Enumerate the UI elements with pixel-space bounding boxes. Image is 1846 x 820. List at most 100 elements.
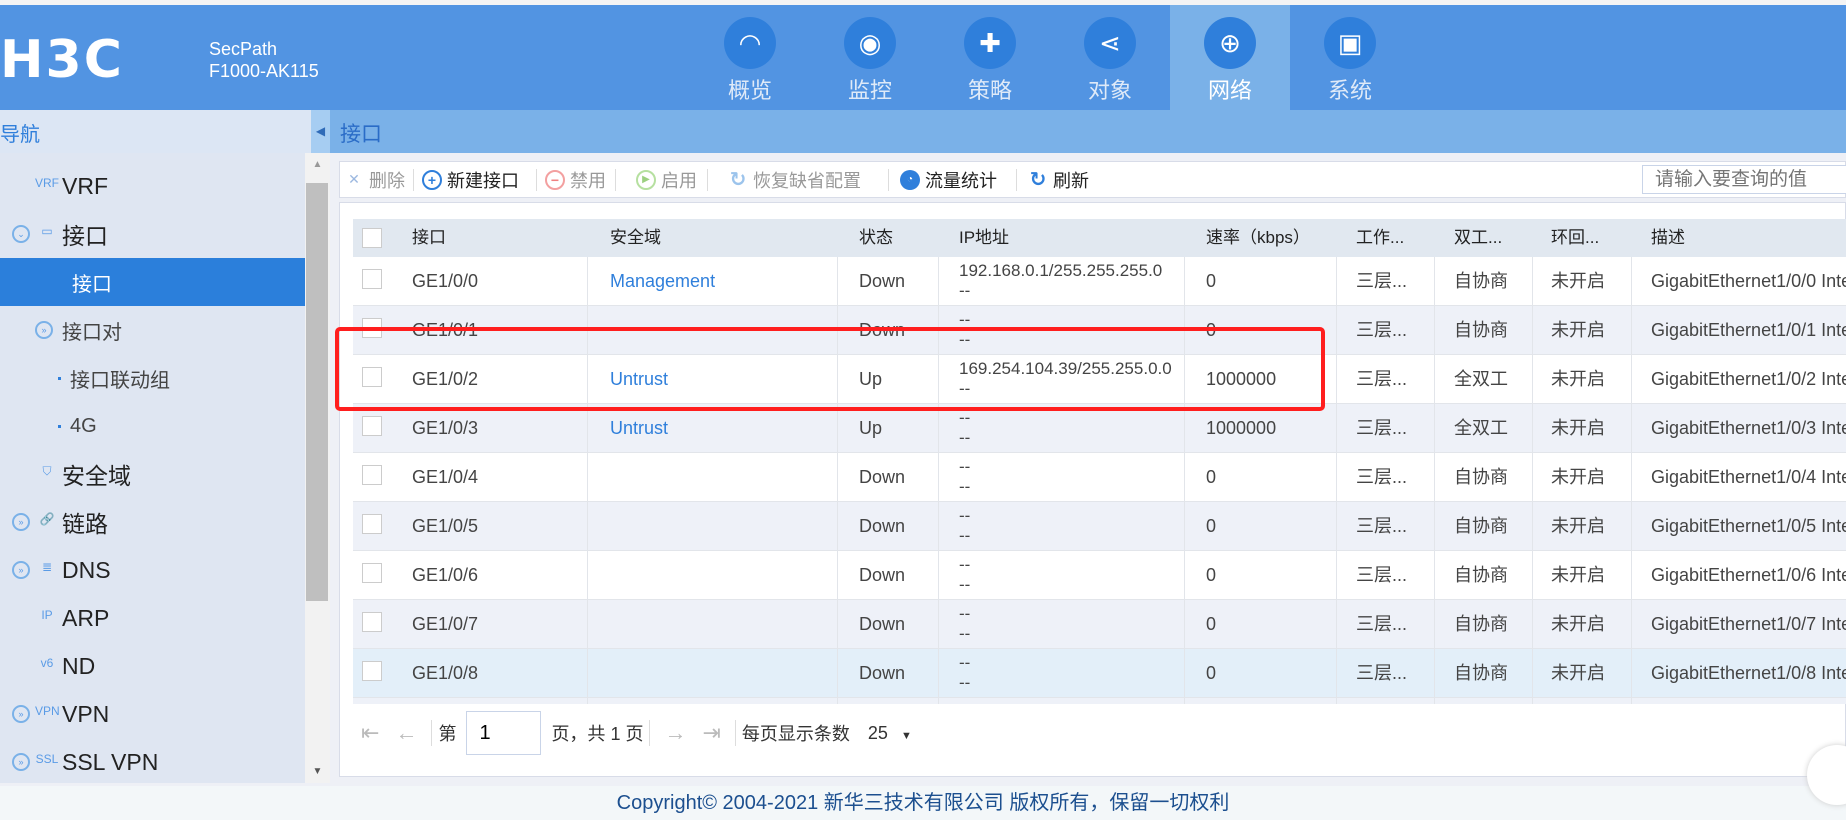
table-row[interactable]: GE1/0/6 Down 0 三层... 自协商 未开启 GigabitEthernet1/… (353, 551, 1846, 600)
sidebar-item[interactable]: » 接口对 (0, 306, 305, 354)
first-page-icon[interactable]: ⇤ (361, 720, 379, 746)
divider (1016, 169, 1017, 191)
port-icon: ▭ (41, 224, 53, 238)
nav-tab-3[interactable]: ⋖ 对象 (1050, 5, 1170, 110)
expand-icon[interactable]: » (12, 561, 30, 579)
sidebar-item[interactable]: » SSL SSL VPN (0, 738, 305, 786)
column-header[interactable]: 工作... (1356, 219, 1404, 257)
select-all-checkbox[interactable] (362, 228, 382, 248)
column-divider (587, 698, 588, 704)
ip-address-cell: -- -- (959, 600, 1182, 649)
speed-cell (1206, 698, 1332, 704)
column-divider (587, 649, 588, 698)
security-zone-cell[interactable] (610, 551, 833, 600)
row-checkbox[interactable] (362, 612, 382, 632)
security-zone-cell[interactable] (610, 600, 833, 649)
table-row[interactable]: GE1/0/7 Down 0 三层... 自协商 未开启 GigabitEthernet1/… (353, 600, 1846, 649)
sidebar-item[interactable]: » 🔗 链路 (0, 498, 305, 546)
column-divider (587, 257, 588, 306)
expand-icon[interactable]: » (35, 321, 53, 339)
enable-button[interactable]: ▶ 启用 (636, 162, 697, 197)
column-divider (1532, 306, 1533, 355)
row-checkbox[interactable] (362, 563, 382, 583)
ipv4-value: -- (959, 555, 971, 574)
traffic-stats-button[interactable]: ◔ 流量统计 (900, 162, 997, 197)
column-header[interactable]: 安全域 (610, 219, 661, 257)
new-interface-button[interactable]: + 新建接口 (422, 162, 519, 197)
sidebar-item[interactable]: » VPN VPN (0, 690, 305, 738)
duplex-cell: 自协商 (1454, 271, 1508, 291)
last-page-icon[interactable]: ⇥ (702, 720, 720, 746)
sidebar-item[interactable]: ⌄ ▭ 接口 (0, 210, 305, 258)
ipv4-value: -- (959, 604, 971, 623)
sidebar-item[interactable]: 接口联动组 (0, 354, 305, 402)
row-checkbox[interactable] (362, 269, 382, 289)
table-row[interactable]: GE1/0/0 Management Down 0 三层... 自协商 未开启 Gigabit… (353, 257, 1846, 306)
bullet-icon (58, 424, 61, 428)
next-page-icon[interactable]: → (664, 720, 686, 746)
nav-tab-1[interactable]: ◉ 监控 (810, 5, 930, 110)
column-header[interactable]: 速率（kbps） (1206, 219, 1310, 257)
column-header[interactable]: 状态 (859, 219, 893, 257)
sidebar-item[interactable]: IP ARP (0, 594, 305, 642)
row-checkbox[interactable] (362, 465, 382, 485)
column-header[interactable]: 双工... (1454, 219, 1502, 257)
delete-button[interactable]: ✕ 删除 (344, 162, 405, 197)
security-zone-cell[interactable]: Management (610, 257, 833, 306)
ipv4-value: -- (959, 653, 971, 672)
page-number-input[interactable] (466, 711, 542, 755)
work-mode-cell: 三层... (1356, 320, 1408, 340)
expand-icon[interactable]: ⌄ (12, 225, 30, 243)
row-checkbox[interactable] (362, 416, 382, 436)
security-zone-cell[interactable] (610, 502, 833, 551)
column-header[interactable]: 环回... (1551, 219, 1599, 257)
prev-page-icon[interactable]: ← (395, 720, 417, 746)
security-zone-cell[interactable] (610, 698, 833, 704)
ipv6-value: -- (959, 575, 971, 594)
sidebar-item[interactable]: VRF VRF (0, 162, 305, 210)
scrollbar-thumb[interactable] (306, 183, 328, 601)
expand-icon[interactable]: » (12, 753, 30, 771)
row-checkbox[interactable] (362, 514, 382, 534)
scroll-down-icon[interactable]: ▼ (305, 766, 330, 777)
scroll-up-icon[interactable]: ▲ (305, 159, 330, 170)
nav-tab-5[interactable]: ▣ 系统 (1290, 5, 1410, 110)
description-cell: GigabitEthernet1/0/5 Interface (1651, 516, 1846, 536)
delete-label: 删除 (369, 170, 405, 191)
column-header[interactable]: 描述 (1651, 219, 1685, 257)
collapse-sidebar-button[interactable]: ◀ (311, 110, 330, 153)
table-row[interactable]: 192.168.254.1/255.255.255.0 (353, 698, 1846, 704)
disable-button[interactable]: − 禁用 (545, 162, 606, 197)
nav-tab-2[interactable]: ✚ 策略 (930, 5, 1050, 110)
column-divider (1434, 306, 1435, 355)
sidebar-item[interactable]: ⛉ 安全域 (0, 450, 305, 498)
expand-icon[interactable]: » (12, 513, 30, 531)
nav-tab-label: 对象 (1087, 78, 1132, 103)
search-input[interactable] (1642, 165, 1846, 194)
nav-tab-0[interactable]: ◠ 概览 (690, 5, 810, 110)
speed-cell: 0 (1206, 467, 1217, 487)
sidebar-item[interactable]: 4G (0, 402, 305, 450)
bullet-icon (58, 376, 61, 380)
table-row[interactable]: GE1/0/5 Down 0 三层... 自协商 未开启 GigabitEthernet1/… (353, 502, 1846, 551)
nav-tab-4[interactable]: ⊕ 网络 (1170, 5, 1290, 110)
table-row[interactable]: GE1/0/3 Untrust Up 1000000 三层... 全双工 未开启 Gigabi… (353, 404, 1846, 453)
refresh-button[interactable]: ↻ 刷新 (1028, 162, 1089, 197)
interface-cell: GE1/0/3 (412, 418, 479, 438)
column-header[interactable]: 接口 (412, 219, 446, 257)
table-row[interactable]: GE1/0/8 Down 0 三层... 自协商 未开启 GigabitEthernet1/… (353, 649, 1846, 698)
sidebar-item[interactable]: » ≣ DNS (0, 546, 305, 594)
column-header[interactable]: IP地址 (959, 219, 1009, 257)
security-zone-cell[interactable] (610, 453, 833, 502)
table-row[interactable]: GE1/0/4 Down 0 三层... 自协商 未开启 GigabitEthernet1/… (353, 453, 1846, 502)
sidebar-item[interactable]: 接口 (0, 258, 305, 306)
divider (707, 169, 708, 191)
security-zone-cell[interactable] (610, 649, 833, 698)
expand-icon[interactable]: » (12, 705, 30, 723)
speed-cell: 0 (1206, 663, 1217, 683)
sidebar-item[interactable]: v6 ND (0, 642, 305, 690)
row-checkbox[interactable] (362, 661, 382, 681)
per-page-select[interactable]: 25 ▼ (868, 723, 912, 744)
security-zone-cell[interactable]: Untrust (610, 404, 833, 453)
restore-default-button[interactable]: ↻ 恢复缺省配置 (728, 162, 861, 197)
